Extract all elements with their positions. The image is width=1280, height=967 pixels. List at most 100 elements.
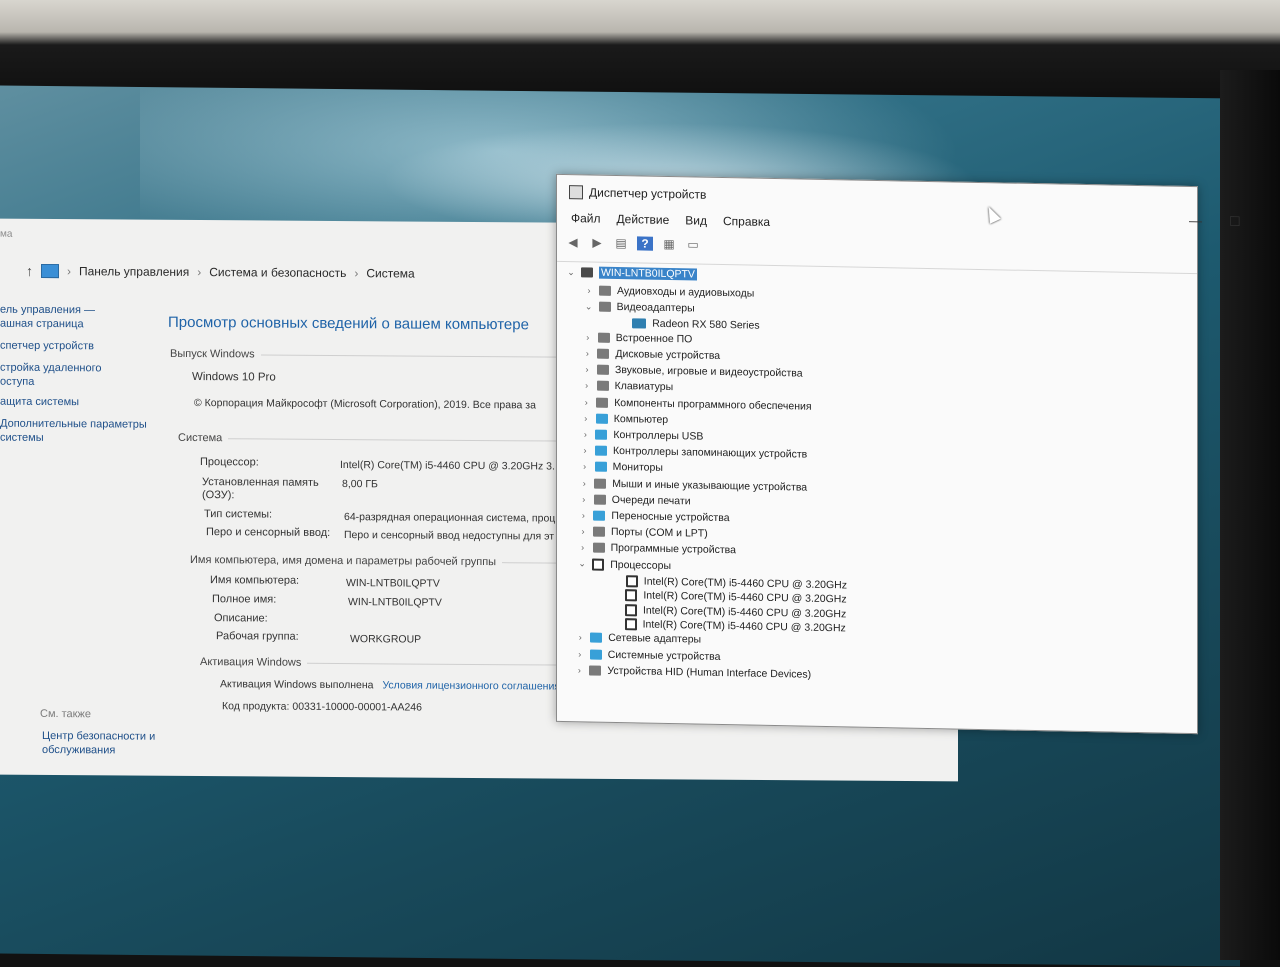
sidebar-item-device-manager[interactable]: спетчер устройств <box>0 339 160 354</box>
breadcrumb-control-panel[interactable]: Панель управления <box>79 264 189 279</box>
port-icon <box>593 527 605 537</box>
tree-node[interactable]: ›Системные устройства <box>576 648 721 663</box>
sidebar-item-remote[interactable]: стройка удаленного оступа <box>0 361 160 390</box>
tree-node[interactable]: Radeon RX 580 Series <box>618 317 759 332</box>
forward-arrow-icon[interactable]: ▶ <box>589 235 605 249</box>
expand-chevron-icon[interactable]: › <box>583 348 591 358</box>
activation-section-title: Активация Windows <box>200 656 557 670</box>
tree-node[interactable]: ›Клавиатуры <box>583 380 674 394</box>
software-device-icon <box>593 543 605 553</box>
page-title: Просмотр основных сведений о вашем компь… <box>168 314 529 334</box>
tree-node[interactable]: Intel(R) Core(TM) i5-4460 CPU @ 3.20GHz <box>611 603 846 620</box>
expand-chevron-icon[interactable]: › <box>582 397 590 407</box>
processor-icon <box>592 558 604 570</box>
expand-chevron-icon[interactable]: › <box>580 478 588 488</box>
expand-chevron-icon[interactable]: › <box>579 543 587 553</box>
tree-node[interactable]: › Дисковые устройства <box>583 347 720 362</box>
tree-node[interactable]: ›Порты (COM и LPT) <box>579 525 708 539</box>
breadcrumb-security[interactable]: Система и безопасность <box>209 265 346 280</box>
up-arrow-icon[interactable]: ↑ <box>26 263 33 279</box>
address-bar[interactable]: ↑ › Панель управления › Система и безопа… <box>26 263 415 282</box>
sidebar-item-advanced[interactable]: Дополнительные параметры системы <box>0 417 160 446</box>
menu-file[interactable]: Файл <box>571 211 601 226</box>
activation-status: Активация Windows выполнена Условия лице… <box>220 678 560 692</box>
sidebar-home-line1: ель управления — <box>0 304 95 317</box>
system-section-title: Система <box>178 432 558 447</box>
see-also-label: См. также <box>40 707 160 722</box>
tree-node[interactable]: ›Мыши и иные указывающие устройства <box>580 477 807 493</box>
expand-chevron-icon[interactable]: › <box>576 649 584 659</box>
menu-bar: Файл Действие Вид Справка <box>571 211 770 229</box>
expand-chevron-icon[interactable]: › <box>584 332 592 342</box>
tree-node[interactable]: › Контроллеры запоминающих устройств <box>581 445 807 461</box>
maximize-button[interactable]: ☐ <box>1229 214 1241 230</box>
expand-chevron-icon[interactable]: › <box>585 285 593 295</box>
device-manager-window: Диспетчер устройств — ☐ Файл Действие Ви… <box>556 174 1198 734</box>
tree-root[interactable]: ⌄ WIN-LNTB0ILQPTV <box>567 266 697 280</box>
tree-node[interactable]: ⌄Процессоры <box>578 558 671 572</box>
tree-node-label: Контроллеры запоминающих устройств <box>613 445 807 461</box>
expand-chevron-icon[interactable]: › <box>575 665 583 675</box>
license-link[interactable]: Условия лицензионного соглашения <box>382 679 560 692</box>
tree-node[interactable]: ›Компоненты программного обеспечения <box>582 396 811 412</box>
expand-chevron-icon[interactable]: › <box>581 462 589 472</box>
back-arrow-icon[interactable]: ◀ <box>565 235 581 249</box>
view-icon[interactable]: ▦ <box>661 237 677 251</box>
expand-chevron-icon[interactable]: › <box>579 526 587 536</box>
sidebar-item-remote-line2: оступа <box>0 376 34 388</box>
breadcrumb-separator-icon: › <box>197 265 201 279</box>
breadcrumb-system[interactable]: Система <box>366 266 414 280</box>
device-manager-icon <box>569 185 583 199</box>
tree-node[interactable]: ›Мониторы <box>581 461 663 475</box>
tree-node[interactable]: ›Контроллеры USB <box>581 428 703 442</box>
workgroup-value: WORKGROUP <box>350 633 421 645</box>
expand-chevron-icon[interactable]: › <box>583 381 591 391</box>
expand-chevron-icon[interactable]: › <box>581 429 589 439</box>
properties-icon[interactable]: ▤ <box>613 236 629 250</box>
sidebar-item-protection[interactable]: ащита системы <box>0 395 160 410</box>
copyright-text: © Корпорация Майкрософт (Microsoft Corpo… <box>194 397 536 411</box>
tree-node[interactable]: › Программные устройства <box>579 542 736 557</box>
collapse-chevron-icon[interactable]: ⌄ <box>578 558 586 569</box>
tree-node[interactable]: ›Аудиовходы и аудиовыходы <box>585 284 754 299</box>
tree-node[interactable]: Intel(R) Core(TM) i5-4460 CPU @ 3.20GHz <box>611 589 846 606</box>
tree-node[interactable]: ›Очереди печати <box>580 493 691 507</box>
expand-chevron-icon[interactable]: › <box>576 633 584 643</box>
hid-icon <box>589 665 601 675</box>
menu-action[interactable]: Действие <box>617 212 670 227</box>
tree-node-label: Дисковые устройства <box>615 348 720 362</box>
tree-node[interactable]: ›Устройства HID (Human Interface Devices… <box>575 664 811 681</box>
network-icon <box>590 633 602 643</box>
expand-chevron-icon[interactable]: › <box>582 413 590 423</box>
scan-hardware-icon[interactable]: ▭ <box>685 237 701 251</box>
tree-node-label: Переносные устройства <box>611 510 729 524</box>
expand-chevron-icon[interactable]: › <box>583 365 591 375</box>
tree-node[interactable]: ›Встроенное ПО <box>584 331 693 345</box>
expand-chevron-icon[interactable]: › <box>580 494 588 504</box>
tree-node[interactable]: ›Компьютер <box>582 412 668 426</box>
tree-node[interactable]: › Переносные устройства <box>579 509 729 524</box>
collapse-chevron-icon[interactable]: ⌄ <box>585 301 593 312</box>
sidebar-home-link[interactable]: ель управления — ашная страница <box>0 303 160 332</box>
menu-view[interactable]: Вид <box>685 213 707 227</box>
tree-node[interactable]: ⌄Видеоадаптеры <box>585 301 695 315</box>
sidebar-item-advanced-line2: системы <box>0 432 44 444</box>
window-title-fragment: ма <box>0 229 12 240</box>
tree-node[interactable]: ›Звуковые, игровые и видеоустройства <box>583 364 803 380</box>
help-icon[interactable]: ? <box>637 236 653 250</box>
security-center-link[interactable]: Центр безопасности и обслуживания <box>42 729 162 758</box>
menu-help[interactable]: Справка <box>723 214 770 229</box>
tree-node[interactable]: ›Сетевые адаптеры <box>576 632 701 646</box>
tree-node[interactable]: Intel(R) Core(TM) i5-4460 CPU @ 3.20GHz <box>612 575 847 592</box>
expand-chevron-icon[interactable]: › <box>581 446 589 456</box>
tree-node[interactable]: Intel(R) Core(TM) i5-4460 CPU @ 3.20GHz <box>611 618 846 635</box>
device-tree: ⌄ WIN-LNTB0ILQPTV ›Аудиовходы и аудиовых… <box>557 261 1197 724</box>
sidebar: ель управления — ашная страница спетчер … <box>0 303 160 766</box>
edition-section-title: Выпуск Windows <box>170 348 561 363</box>
cpu-icon <box>625 618 637 630</box>
expand-chevron-icon[interactable]: › <box>579 510 587 520</box>
minimize-button[interactable]: — <box>1189 213 1202 228</box>
tree-node-label: Программные устройства <box>611 542 736 556</box>
tree-root-label: WIN-LNTB0ILQPTV <box>599 267 697 281</box>
collapse-chevron-icon[interactable]: ⌄ <box>567 267 575 278</box>
